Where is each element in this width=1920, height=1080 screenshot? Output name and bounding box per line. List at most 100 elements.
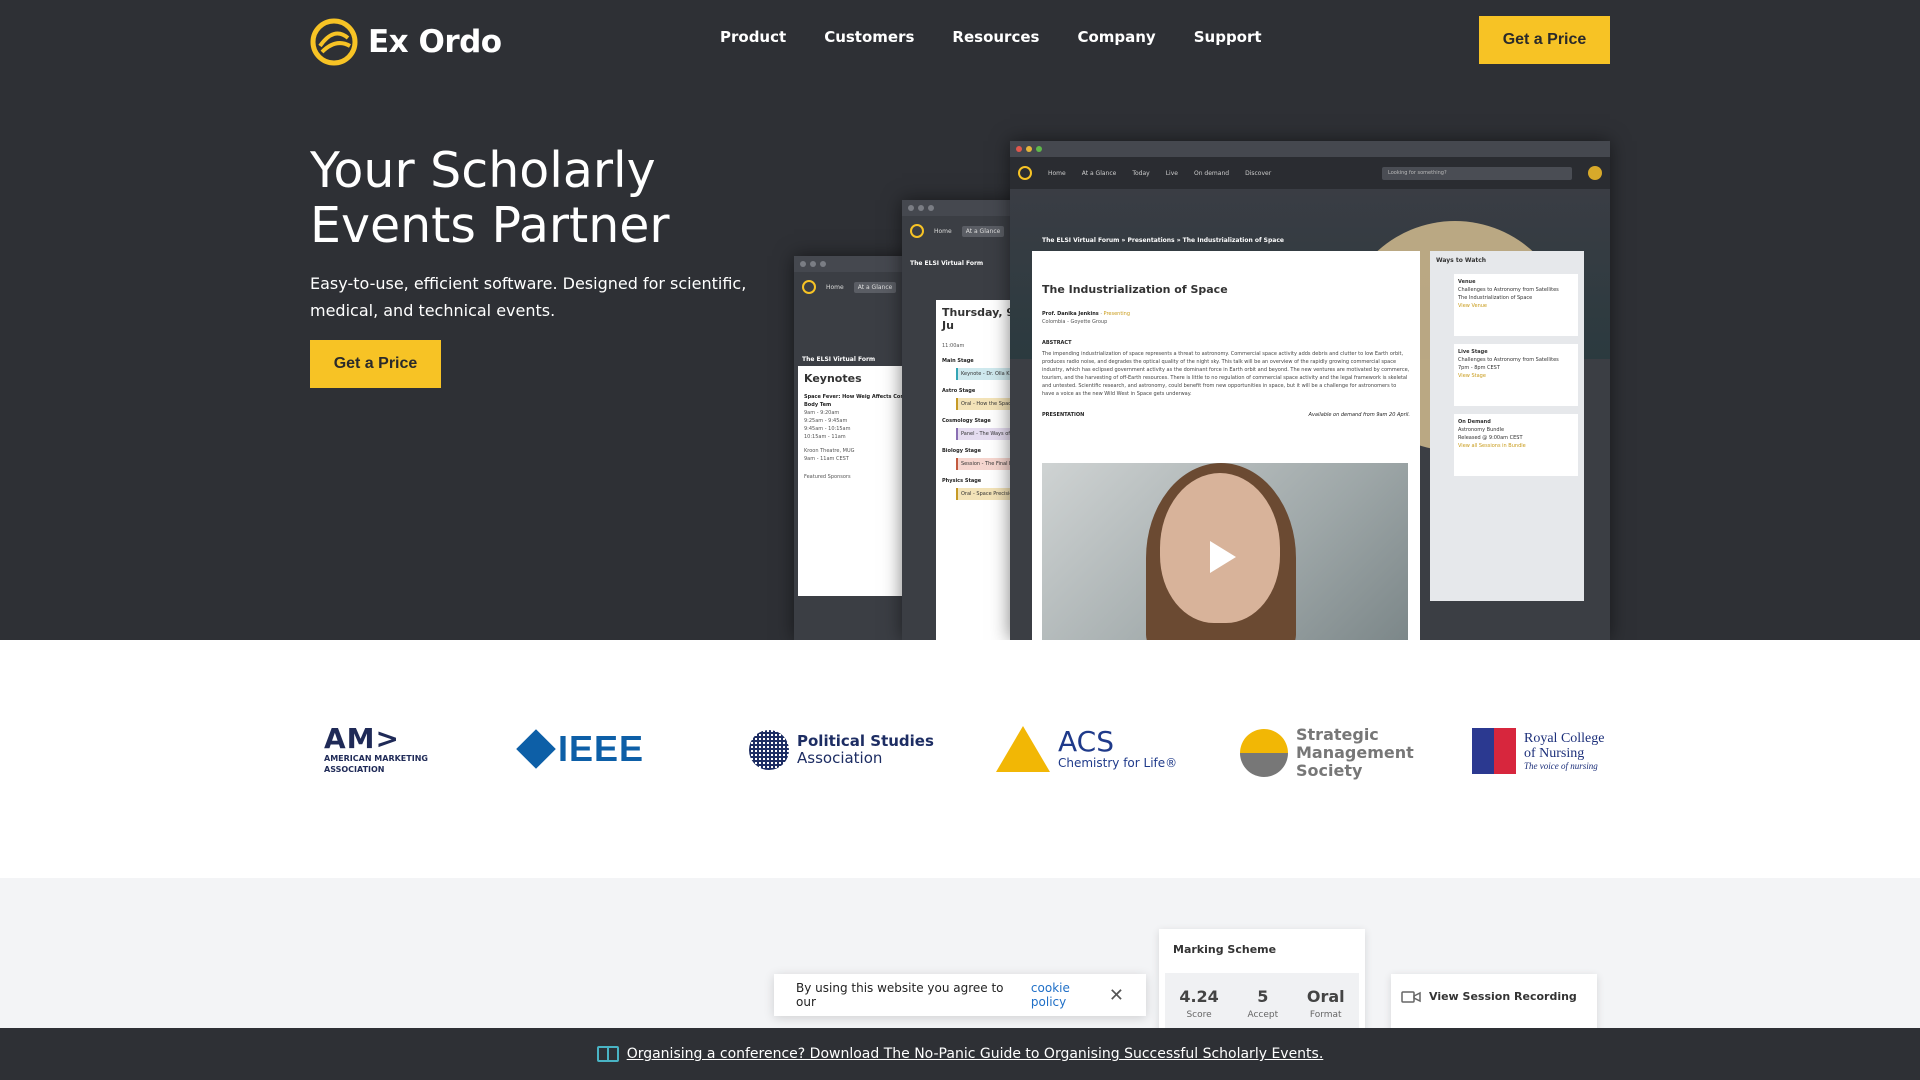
watch-option-link: View Stage — [1458, 373, 1486, 379]
cookie-policy-link[interactable]: cookie policy — [1031, 981, 1109, 1009]
ieee-diamond-icon — [516, 729, 556, 769]
presentation-row: PRESENTATION Available on demand from 9a… — [1042, 412, 1410, 418]
keynotes-title: Keynotes — [804, 372, 862, 385]
book-icon — [596, 1046, 619, 1062]
customer-logos: AM> AMERICAN MARKETING ASSOCIATION IEEE … — [0, 640, 1920, 878]
watch-option-type: On Demand — [1458, 419, 1491, 425]
sms-logo-line3: Society — [1296, 761, 1363, 780]
mini-nav: Home At a Glance — [794, 272, 914, 302]
presenting-badge: Presenting — [1103, 311, 1131, 317]
psa-logo-line2: Association — [797, 749, 883, 767]
ieee-logo-text: IEEE — [558, 728, 645, 769]
hero-section: Ex Ordo Product Customers Resources Comp… — [0, 0, 1920, 640]
nav-links: Product Customers Resources Company Supp… — [720, 28, 1262, 46]
rcn-logo-line2: of Nursing — [1524, 746, 1585, 761]
presenter-name: Prof. Danika Jenkins — [1042, 311, 1099, 317]
hero-subtitle: Easy-to-use, efficient software. Designe… — [310, 274, 747, 320]
play-icon[interactable] — [1210, 541, 1236, 573]
nav-customers[interactable]: Customers — [824, 28, 914, 46]
mini-nav: Home At a Glance Today Live On demand Di… — [1010, 157, 1610, 189]
brand-name: Ex Ordo — [368, 24, 502, 60]
hero-title: Your Scholarly Events Partner — [310, 143, 830, 253]
marking-scheme-title: Marking Scheme — [1173, 943, 1277, 956]
mini-nav-home: Home — [826, 283, 844, 291]
ex-ordo-logo-icon — [310, 18, 358, 66]
mini-nav-glance: At a Glance — [853, 281, 897, 293]
session-recording-title: View Session Recording — [1429, 990, 1577, 1003]
nav-support[interactable]: Support — [1194, 28, 1262, 46]
cookie-notice: By using this website you agree to our c… — [774, 974, 1146, 1016]
presentation-video[interactable] — [1042, 463, 1408, 640]
stat-value: Oral — [1306, 987, 1345, 1006]
keynote-item-title: Space Fever: How Weig Affects Core Body … — [804, 394, 907, 408]
watch-option-line: 7pm - 8pm CEST — [1458, 365, 1500, 371]
mock-screen-keynotes: Home At a Glance The ELSI Virtual Form K… — [794, 256, 914, 640]
presentation-card: The Industrialization of Space Prof. Dan… — [1032, 251, 1420, 640]
hero-title-line2: Events Partner — [310, 197, 670, 254]
mini-nav-item: At a Glance — [1081, 169, 1117, 177]
mini-logo-icon — [910, 224, 924, 238]
acs-triangle-icon — [996, 726, 1050, 772]
presentation-title: The Industrialization of Space — [1042, 283, 1228, 296]
ama-logo-line1: AMERICAN MARKETING — [324, 754, 428, 763]
mini-nav-item: Live — [1165, 169, 1178, 177]
mini-logo-icon — [1018, 166, 1032, 180]
ama-logo-mark: AM> — [324, 722, 400, 755]
mini-nav-item: Discover — [1245, 169, 1272, 177]
rcn-logo-line3: The voice of nursing — [1524, 761, 1598, 771]
ama-logo-line2: ASSOCIATION — [324, 765, 385, 774]
psa-logo: Political Studies Association — [749, 730, 934, 770]
nav-product[interactable]: Product — [720, 28, 786, 46]
keynote-item: Space Fever: How Weig Affects Core Body … — [804, 393, 908, 481]
close-icon[interactable]: ✕ — [1109, 985, 1124, 1006]
watch-option-title: Challenges to Astronomy from Satellites — [1458, 357, 1559, 363]
featured-sponsors: Featured Sponsors — [804, 474, 851, 480]
watch-option: On Demand Astronomy Bundle Released @ 9:… — [1454, 414, 1578, 476]
watch-option-type: Venue — [1458, 279, 1476, 285]
ama-logo: AM> AMERICAN MARKETING ASSOCIATION — [324, 722, 428, 775]
presenter-affiliation: Colombia - Goyette Group — [1042, 319, 1108, 325]
keynote-time: 10:15am - 11am — [804, 434, 846, 440]
guide-download-link[interactable]: Organising a conference? Download The No… — [627, 1046, 1324, 1062]
mini-breadcrumb: The ELSI Virtual Forum » Presentations »… — [1042, 237, 1284, 244]
stat-label: Accept — [1247, 1010, 1279, 1020]
stat-label: Format — [1309, 1010, 1342, 1020]
keynote-time: 9am - 9:20am — [804, 410, 840, 416]
presentation-label: PRESENTATION — [1042, 412, 1085, 418]
mini-nav-item: Home — [1048, 169, 1066, 177]
stat-value: 5 — [1257, 987, 1269, 1006]
rcn-mark-icon — [1472, 728, 1516, 774]
psa-globe-icon — [749, 730, 789, 770]
watch-option: Live Stage Challenges to Astronomy from … — [1454, 344, 1578, 406]
ways-to-watch-title: Ways to Watch — [1436, 257, 1487, 264]
bottom-banner: Organising a conference? Download The No… — [0, 1028, 1920, 1080]
mock-screen-presentation: Home At a Glance Today Live On demand Di… — [1010, 141, 1610, 640]
brand-logo[interactable]: Ex Ordo — [310, 18, 502, 66]
sms-logo-line2: Management — [1296, 743, 1414, 762]
availability-note: Available on demand from 9am 20 April. — [1308, 412, 1410, 418]
video-camera-icon — [1401, 991, 1421, 1003]
acs-logo: ACS Chemistry for Life® — [996, 726, 1177, 772]
hero-get-price-button[interactable]: Get a Price — [310, 340, 441, 388]
keynote-time: 9:25am - 9:45am — [804, 418, 848, 424]
rcn-logo-line1: Royal College — [1524, 731, 1605, 746]
ieee-logo: IEEE — [516, 728, 645, 770]
psa-logo-line1: Political Studies — [797, 732, 934, 750]
mini-breadcrumb: The ELSI Virtual Form — [802, 356, 876, 363]
mini-nav-item: Today — [1132, 169, 1150, 177]
cookie-text: By using this website you agree to our — [796, 981, 1004, 1009]
mini-logo-icon — [802, 280, 816, 294]
stat-value: 4.24 — [1179, 987, 1219, 1006]
nav-company[interactable]: Company — [1077, 28, 1155, 46]
nav-resources[interactable]: Resources — [952, 28, 1039, 46]
window-titlebar — [794, 256, 914, 272]
watch-option-link: View Venue — [1458, 303, 1487, 309]
keynote-timeslot: 9am - 11am CEST — [804, 456, 849, 462]
mini-nav-home: Home — [934, 227, 952, 235]
hero-title-line1: Your Scholarly — [310, 142, 656, 199]
nav-get-price-button[interactable]: Get a Price — [1479, 16, 1610, 64]
mini-nav-glance: At a Glance — [961, 225, 1005, 237]
window-titlebar — [1010, 141, 1610, 157]
keynotes-card: Keynotes Space Fever: How Weig Affects C… — [798, 366, 914, 596]
watch-option-link: View all Sessions in Bundle — [1458, 443, 1526, 449]
